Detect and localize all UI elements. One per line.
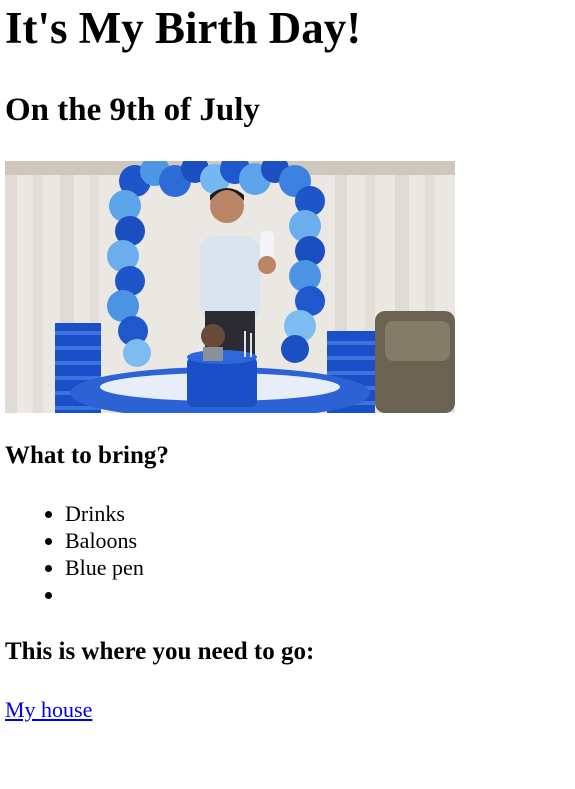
list-item: Baloons — [65, 527, 144, 554]
page-title: It's My Birth Day! — [5, 3, 362, 53]
birthday-photo — [5, 161, 455, 413]
bring-list: Drinks Baloons Blue pen — [5, 500, 144, 608]
location-heading: This is where you need to go: — [5, 638, 315, 665]
my-house-link[interactable]: My house — [5, 697, 92, 723]
list-item: Drinks — [65, 500, 144, 527]
list-item — [65, 581, 144, 608]
list-item: Blue pen — [65, 554, 144, 581]
page-subtitle: On the 9th of July — [5, 92, 260, 128]
bring-heading: What to bring? — [5, 442, 169, 469]
